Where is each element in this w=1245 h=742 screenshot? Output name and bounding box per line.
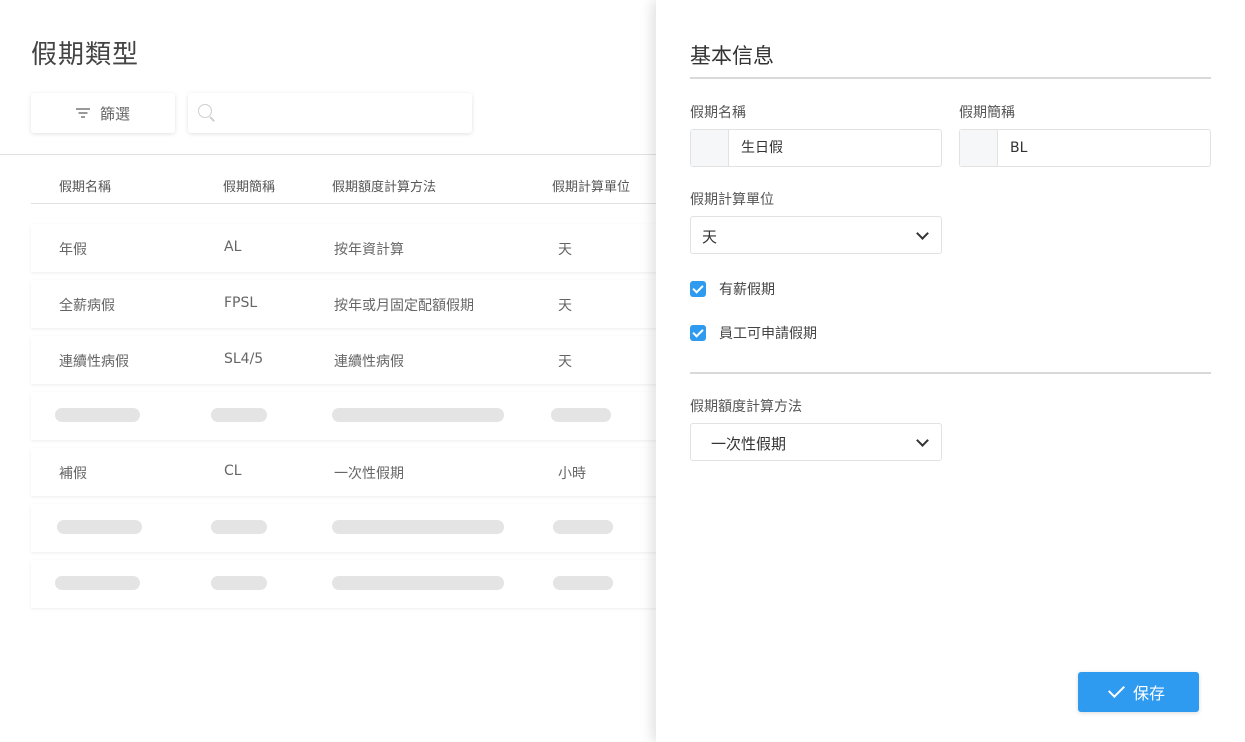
abbr-field[interactable]: BL [959,129,1211,167]
cell-unit: 小時 [558,466,586,482]
skeleton-bar [57,520,142,534]
search-input[interactable] [188,93,472,133]
table-header: 假期名稱 假期簡稱 假期額度計算方法 假期計算單位 [31,165,656,204]
unit-select[interactable]: 天 [690,216,942,254]
skeleton-bar [211,520,267,534]
chevron-down-icon [916,227,929,240]
cell-method: 連續性病假 [334,354,404,370]
search-icon [198,104,216,122]
skeleton-bar [553,520,613,534]
abbr-field-prefix [960,130,998,166]
filter-icon [75,107,90,119]
cell-name: 全薪病假 [59,298,115,314]
paid-leave-option[interactable]: 有薪假期 [690,279,775,299]
cell-unit: 天 [558,354,572,370]
cell-abbr: AL [224,239,242,255]
cell-abbr: CL [224,463,242,479]
skeleton-bar [332,408,504,422]
employee-apply-label: 員工可申請假期 [719,326,817,342]
cell-abbr: FPSL [224,295,258,311]
skeleton-bar [332,576,504,590]
skeleton-bar [551,408,611,422]
panel-divider [690,77,1211,79]
name-field-prefix [691,130,729,166]
table-row[interactable]: 補假 CL 一次性假期 小時 [31,448,656,496]
cell-name: 補假 [59,466,87,482]
skeleton-bar [211,576,267,590]
abbr-value: BL [1010,140,1028,156]
name-label: 假期名稱 [690,105,746,121]
chevron-down-icon [916,434,929,447]
method-label: 假期額度計算方法 [690,399,802,415]
cell-name: 年假 [59,242,87,258]
skeleton-bar [553,576,613,590]
paid-leave-checkbox[interactable] [690,281,706,297]
save-button[interactable]: 保存 [1078,672,1199,712]
cell-unit: 天 [558,242,572,258]
column-header-unit[interactable]: 假期計算單位 [552,176,630,195]
employee-apply-option[interactable]: 員工可申請假期 [690,323,817,343]
cell-name: 連續性病假 [59,354,129,370]
panel-divider [690,372,1211,374]
skeleton-bar [55,576,140,590]
table-row-loading [31,560,656,608]
column-header-method[interactable]: 假期額度計算方法 [332,176,436,195]
unit-label: 假期計算單位 [690,192,774,208]
cell-unit: 天 [558,298,572,314]
table-row-loading [31,392,656,440]
skeleton-bar [55,408,140,422]
detail-panel: 基本信息 假期名稱 生日假 假期簡稱 BL 假期計算單位 天 有薪假期 員工可申… [656,0,1245,742]
table-row[interactable]: 全薪病假 FPSL 按年或月固定配額假期 天 [31,280,656,328]
column-header-abbr[interactable]: 假期簡稱 [223,176,275,195]
abbr-label: 假期簡稱 [959,105,1015,121]
check-icon [1107,681,1125,698]
unit-select-value: 天 [702,228,718,246]
page-title: 假期類型 [31,40,140,70]
save-label: 保存 [1132,684,1165,703]
name-field[interactable]: 生日假 [690,129,942,167]
table-row[interactable]: 年假 AL 按年資計算 天 [31,224,656,272]
table-row-loading [31,504,656,552]
employee-apply-checkbox[interactable] [690,325,706,341]
skeleton-bar [211,408,267,422]
filter-button[interactable]: 篩選 [31,93,175,133]
name-value: 生日假 [741,140,783,156]
panel-title: 基本信息 [690,44,774,68]
method-select[interactable]: 一次性假期 [690,423,942,461]
paid-leave-label: 有薪假期 [719,282,775,298]
column-header-name[interactable]: 假期名稱 [59,176,111,195]
method-select-value: 一次性假期 [711,435,787,453]
cell-method: 按年或月固定配額假期 [334,298,474,314]
cell-method: 一次性假期 [334,466,404,482]
table-row[interactable]: 連續性病假 SL4/5 連續性病假 天 [31,336,656,384]
cell-method: 按年資計算 [334,242,404,258]
skeleton-bar [332,520,504,534]
header-divider [0,154,656,155]
cell-abbr: SL4/5 [224,351,264,367]
filter-label: 篩選 [99,104,130,123]
